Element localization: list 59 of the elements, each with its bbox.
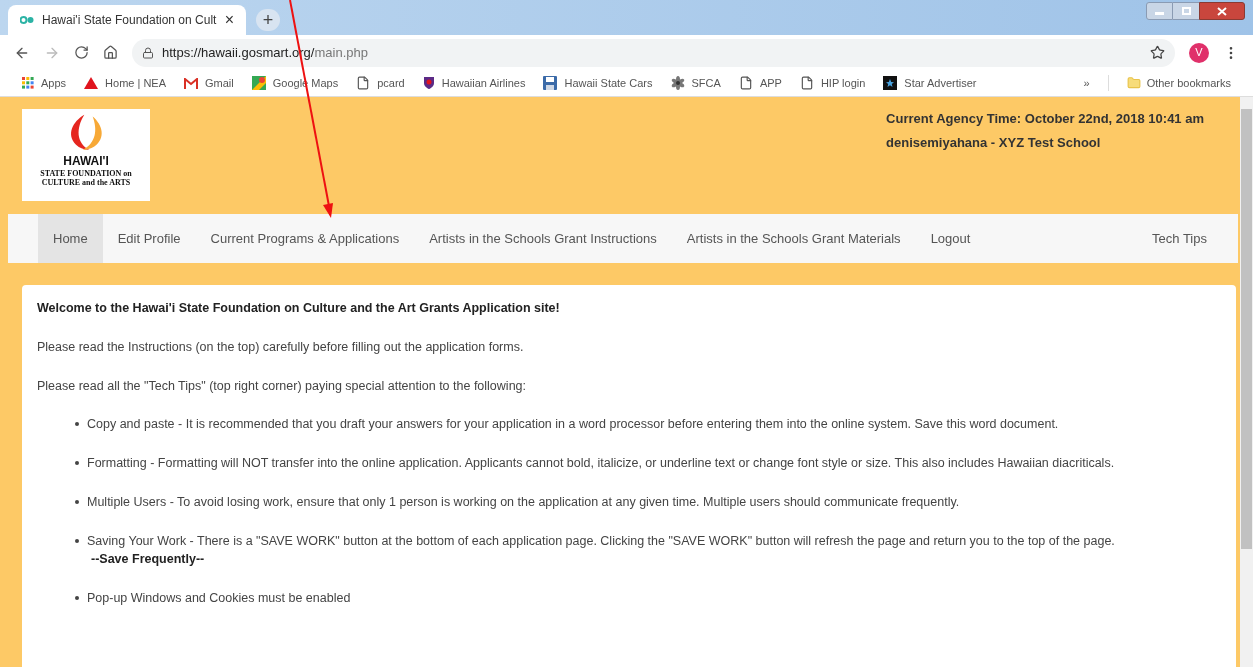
bookmark-link[interactable]: Hawaiian Airlines [441, 74, 526, 92]
minimize-button[interactable] [1146, 2, 1173, 20]
bookmark-link[interactable]: Star Advertiser [904, 74, 977, 92]
tab-title: Hawai'i State Foundation on Cult [42, 12, 217, 29]
bookmark-link[interactable]: SFCA [691, 74, 721, 92]
nav-link[interactable]: Artists in the Schools Grant Instructions [414, 214, 672, 263]
site-favicon-icon [20, 16, 34, 24]
tip-text: Multiple Users - To avoid losing work, ensure that only 1 person is working on the application at any given time. Multiple users should communicate frequently. [87, 493, 960, 511]
close-window-button[interactable] [1199, 2, 1245, 20]
scrollbar-thumb[interactable] [1241, 109, 1252, 549]
folder-icon [1126, 76, 1141, 90]
bookmark-link[interactable]: pcard [377, 74, 405, 92]
browser-tab[interactable]: Hawai'i State Foundation on Cult × [8, 5, 246, 35]
home-icon[interactable] [103, 45, 118, 60]
nav-link[interactable]: Current Programs & Applications [195, 214, 415, 263]
apps-grid-icon [22, 77, 34, 89]
bookmark-link[interactable]: Hawaii State Cars [564, 74, 653, 92]
flower-icon [670, 76, 685, 90]
shield-icon [422, 76, 435, 90]
mail-icon [184, 77, 198, 89]
tip-text: Copy and paste - It is recommended that you draft your answers for your application in a word processor before entering them into the online system. Save this word document. [87, 416, 1059, 434]
tip-note: --Save Frequently-- [91, 551, 206, 569]
profile-avatar[interactable]: V [1189, 42, 1209, 63]
close-icon [1217, 6, 1227, 16]
logo-subtitle: STATE FOUNDATION on CULTURE and the ARTS [40, 169, 132, 187]
page-icon [799, 76, 814, 90]
nav-link[interactable]: Home [38, 214, 103, 263]
map-icon [251, 76, 266, 90]
close-tab-button[interactable]: × [224, 12, 234, 28]
more-bookmarks-button[interactable]: » [1083, 74, 1090, 92]
lock-icon [142, 46, 154, 59]
reload-icon[interactable] [74, 45, 89, 60]
page-icon [738, 76, 753, 90]
star-badge-icon [883, 76, 898, 90]
scrollbar[interactable] [1240, 97, 1253, 667]
agency-time: Current Agency Time: October 22nd, 2018 10:41 am [886, 110, 1204, 128]
bookmark-link[interactable]: Home | NEA [105, 74, 166, 92]
logo-title: HAWAI'I [63, 155, 109, 167]
triangle-icon [84, 77, 99, 89]
maximize-button[interactable] [1173, 2, 1199, 20]
bookmark-star-icon[interactable] [1150, 45, 1165, 60]
bookmark-link[interactable]: Apps [41, 74, 67, 92]
instruction-text: Please read the Instructions (on the top) carefully before filling out the application forms. [37, 338, 525, 356]
bookmark-link[interactable]: Gmail [205, 74, 234, 92]
instruction-text: Please read all the "Tech Tips" (top right corner) paying special attention to the following: [37, 377, 527, 395]
user-school: denisemiyahana - XYZ Test School [886, 133, 1102, 152]
nav-link[interactable]: Logout [915, 214, 986, 263]
nav-link[interactable]: Artists in the Schools Grant Materials [671, 214, 916, 263]
tip-text: Formatting - Formatting will NOT transfer into the online application. Applicants cannot bold, italicize, or underline text or change font style or size. This also includes Hawaiian diacriticals. [87, 455, 1115, 472]
bookmark-link[interactable]: Other bookmarks [1146, 74, 1231, 92]
tip-text: Saving Your Work - There is a "SAVE WORK" button at the bottom of each application page. Clicking the "SAVE WORK" button will refresh the page and return you to the top of the page. [87, 532, 1115, 550]
tip-text: Pop-up Windows and Cookies must be enabled [87, 590, 351, 607]
welcome-heading: Welcome to the Hawai'i State Foundation on Culture and the Art Grants Application site! [37, 300, 561, 317]
nav-link[interactable]: Edit Profile [102, 214, 196, 263]
nav-link[interactable]: Tech Tips [1137, 214, 1222, 263]
page-icon [356, 76, 371, 90]
new-tab-button[interactable]: + [256, 9, 280, 31]
bookmark-link[interactable]: APP [759, 74, 782, 92]
bookmark-link[interactable]: HIP login [820, 74, 866, 92]
